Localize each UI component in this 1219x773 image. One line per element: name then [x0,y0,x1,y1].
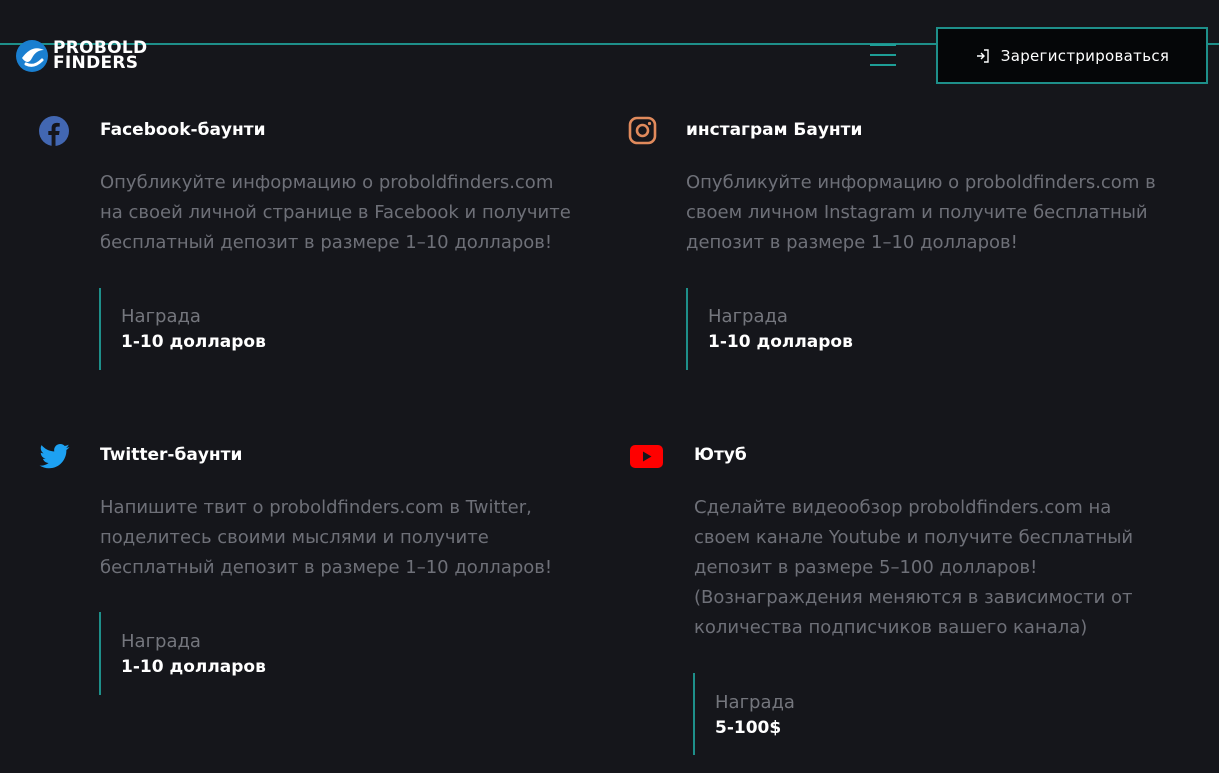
logo-mark-icon [16,40,48,72]
hamburger-bar [870,54,896,56]
card-title: инстаграм Баунти [686,120,863,140]
menu-button[interactable] [870,44,896,66]
card-description: Сделайте видеообзор proboldfinders.com н… [694,493,1133,643]
description-line: количества подписчиков вашего канала) [694,617,1088,638]
description-line: бесплатный депозит в размере 1–10 доллар… [100,232,553,253]
card-description: Опубликуйте информацию о proboldfinders.… [686,168,1156,258]
reward-block: Награда 1-10 долларов [686,288,853,370]
description-line: бесплатный депозит в размере 1–10 доллар… [100,557,553,578]
description-line: на своей личной странице в Facebook и по… [100,202,571,223]
reward-label: Награда [121,306,201,327]
description-line: своем канале Youtube и получите бесплатн… [694,527,1134,548]
description-line: своем личном Instagram и получите беспла… [686,202,1148,223]
logo-text: PROBOLD FINDERS [53,40,147,73]
reward-label: Награда [708,306,788,327]
header-divider-right [1208,43,1219,45]
instagram-icon[interactable] [628,116,657,145]
description-line: Сделайте видеообзор proboldfinders.com н… [694,497,1112,518]
description-line: (Вознаграждения меняются в зависимости о… [694,587,1133,608]
twitter-icon[interactable] [39,444,70,469]
card-title: Twitter-баунти [100,445,243,465]
facebook-icon[interactable] [39,116,69,146]
reward-block: Награда 1-10 долларов [99,288,266,370]
youtube-icon[interactable] [630,445,663,468]
reward-value: 1-10 долларов [121,332,266,352]
reward-label: Награда [121,631,201,652]
card-description: Напишите твит о proboldfinders.com в Twi… [100,493,552,583]
description-line: депозит в размере 1–10 долларов! [686,232,1018,253]
reward-label: Награда [715,692,795,713]
description-line: поделитесь своими мыслями и получите [100,527,489,548]
reward-value: 5-100$ [715,718,782,738]
logo-line-2: FINDERS [53,53,139,73]
description-line: Опубликуйте информацию о proboldfinders.… [100,172,554,193]
description-line: депозит в размере 5–100 долларов! [694,557,1038,578]
hamburger-bar [870,64,896,66]
card-title: Facebook-баунти [100,120,266,140]
reward-block: Награда 5-100$ [693,673,795,755]
card-description: Опубликуйте информацию о proboldfinders.… [100,168,571,258]
register-button-label: Зарегистрироваться [1000,46,1170,65]
reward-block: Награда 1-10 долларов [99,612,266,695]
description-line: Опубликуйте информацию о proboldfinders.… [686,172,1156,193]
hamburger-bar [870,44,896,46]
login-icon [976,48,989,63]
description-line: Напишите твит о proboldfinders.com в Twi… [100,497,532,518]
register-button[interactable]: Зарегистрироваться [936,27,1208,84]
reward-value: 1-10 долларов [708,332,853,352]
reward-value: 1-10 долларов [121,657,266,677]
logo[interactable]: PROBOLD FINDERS [14,38,147,74]
card-title: Ютуб [694,445,747,465]
